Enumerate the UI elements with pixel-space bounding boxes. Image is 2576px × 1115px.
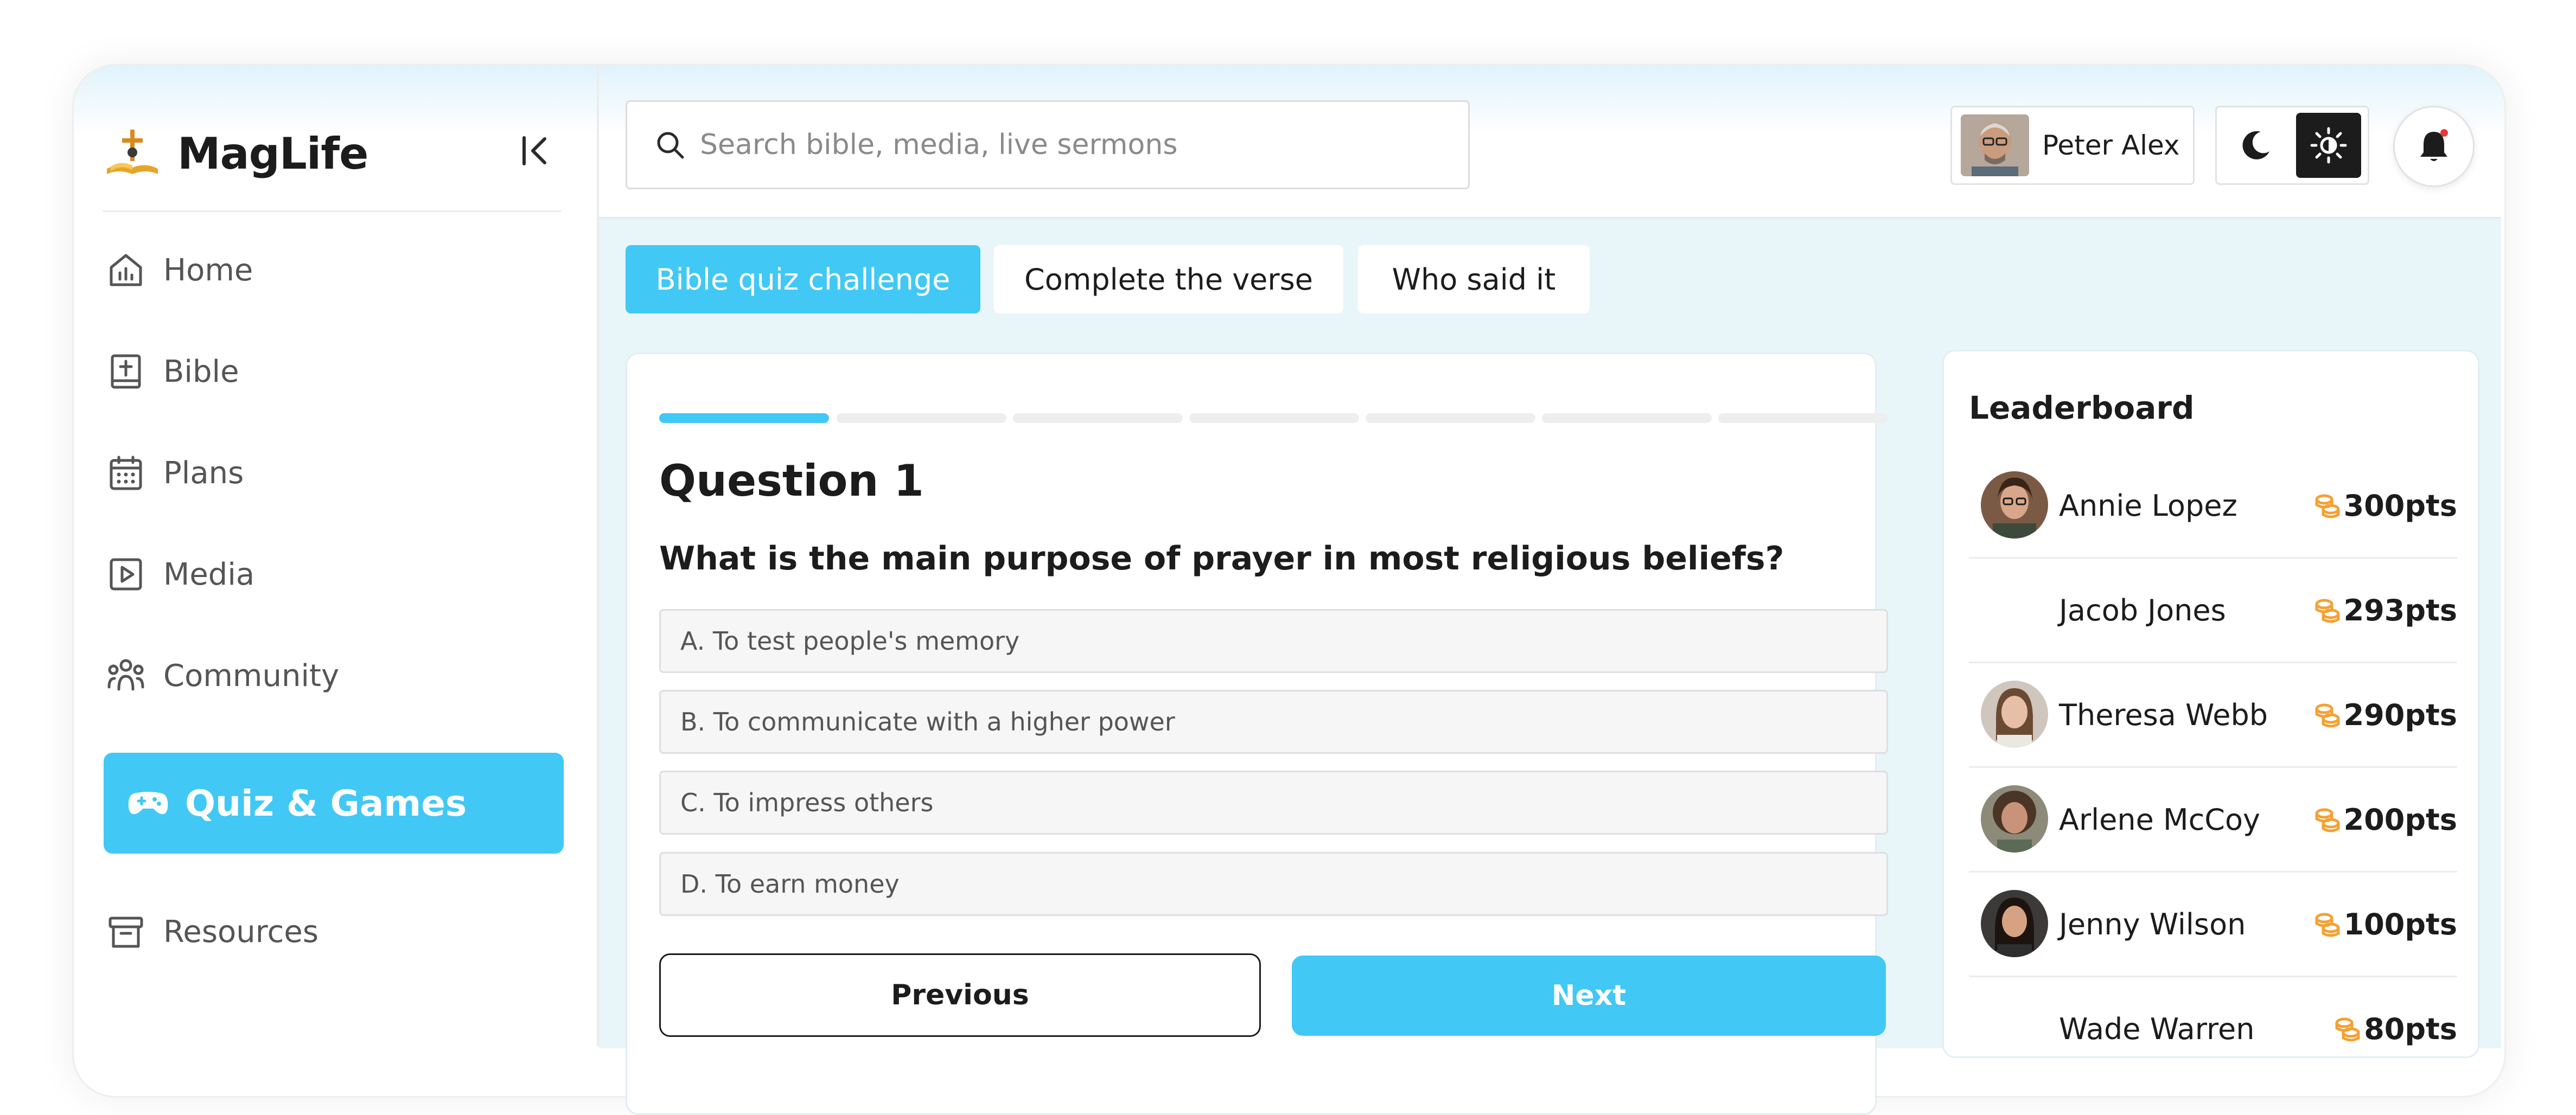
home-icon: [110, 254, 142, 286]
moon-icon: [2242, 131, 2269, 159]
coin-stack-icon: [2315, 599, 2340, 623]
leaderboard-points: 293pts: [2313, 593, 2457, 627]
bell-icon: [2420, 129, 2448, 161]
points-value: 80pts: [2364, 1012, 2457, 1046]
play-icon: [110, 558, 142, 591]
avatar: [1981, 681, 2048, 748]
points-value: 200pts: [2343, 803, 2457, 837]
leaderboard-points: 290pts: [2313, 698, 2457, 732]
app-name: MagLife: [177, 128, 368, 179]
user-avatar-icon: [1981, 471, 2048, 539]
archive-icon: [109, 917, 143, 948]
answer-option-a[interactable]: A. To test people's memory: [659, 609, 1888, 673]
leaderboard-row[interactable]: Jenny Wilson 100pts: [1969, 872, 2457, 977]
answer-option-b[interactable]: B. To communicate with a higher power: [659, 690, 1888, 754]
avatar: [1981, 471, 2048, 539]
user-avatar-icon: [1981, 785, 2048, 853]
bible-icon: [111, 354, 141, 389]
coin-stack-icon: [2315, 494, 2340, 518]
leaderboard-name: Jenny Wilson: [2059, 907, 2246, 941]
leaderboard-name: Annie Lopez: [2059, 489, 2237, 523]
calendar-icon: [110, 456, 142, 490]
sidebar-item-label: Community: [163, 658, 340, 694]
question-text: What is the main purpose of prayer in mo…: [659, 540, 1784, 578]
avatar: [1981, 785, 2048, 853]
sidebar-divider: [103, 210, 562, 212]
coin-stack-icon: [2315, 703, 2340, 727]
sidebar-item-home[interactable]: Home: [107, 243, 253, 297]
search-bar[interactable]: [626, 100, 1470, 189]
leaderboard-name: Wade Warren: [2059, 1012, 2255, 1046]
user-avatar-icon: [1981, 681, 2048, 748]
dark-mode-button[interactable]: [2223, 113, 2288, 178]
answer-option-c[interactable]: C. To impress others: [659, 771, 1888, 835]
progress-segment: [1366, 413, 1535, 423]
leaderboard-name: Arlene McCoy: [2059, 803, 2260, 837]
leaderboard-points: 100pts: [2313, 907, 2457, 941]
leaderboard-points: 300pts: [2313, 489, 2457, 523]
coin-stack-icon: [2335, 1017, 2360, 1041]
points-value: 300pts: [2343, 489, 2457, 523]
user-profile[interactable]: Peter Alex: [1950, 106, 2195, 185]
sidebar-item-label: Home: [163, 252, 253, 288]
profile-name: Peter Alex: [2042, 130, 2180, 161]
user-avatar-icon: [1981, 890, 2048, 957]
points-value: 290pts: [2343, 698, 2457, 732]
previous-button[interactable]: Previous: [659, 953, 1261, 1037]
progress-segment: [1013, 413, 1183, 423]
progress-segment: [659, 413, 829, 423]
sidebar-item-quiz-games[interactable]: Quiz & Games: [104, 753, 564, 854]
sidebar-item-media[interactable]: Media: [107, 547, 254, 601]
theme-toggle[interactable]: [2215, 106, 2369, 185]
sidebar-item-label: Resources: [163, 914, 318, 950]
sidebar-item-label: Quiz & Games: [185, 782, 467, 824]
community-icon: [107, 659, 144, 691]
sidebar-item-plans[interactable]: Plans: [107, 446, 244, 500]
sidebar-item-label: Plans: [163, 455, 244, 491]
leaderboard-name: Theresa Webb: [2059, 698, 2268, 732]
sidebar-item-bible[interactable]: Bible: [107, 344, 239, 399]
logo-icon: [107, 130, 158, 174]
progress-segment: [1718, 413, 1888, 423]
coin-stack-icon: [2315, 808, 2340, 832]
light-mode-button[interactable]: [2296, 113, 2361, 178]
sidebar-item-resources[interactable]: Resources: [107, 905, 318, 959]
leaderboard-points: 80pts: [2333, 1012, 2457, 1046]
progress-segment: [1542, 413, 1712, 423]
search-input[interactable]: [699, 128, 1406, 162]
search-icon: [657, 132, 684, 159]
next-button[interactable]: Next: [1292, 956, 1886, 1036]
leaderboard-title: Leaderboard: [1969, 389, 2195, 426]
points-value: 293pts: [2343, 593, 2457, 627]
tab-complete-the-verse[interactable]: Complete the verse: [994, 245, 1343, 313]
tab-who-said-it[interactable]: Who said it: [1358, 245, 1590, 313]
coin-stack-icon: [2315, 913, 2340, 937]
app-logo[interactable]: MagLife: [103, 126, 368, 181]
sidebar-item-community[interactable]: Community: [107, 649, 339, 703]
collapse-sidebar-icon[interactable]: [519, 133, 553, 168]
notifications-button[interactable]: [2393, 106, 2475, 187]
tab-bible-quiz-challenge[interactable]: Bible quiz challenge: [626, 245, 980, 313]
avatar: [1961, 114, 2029, 176]
leaderboard-row[interactable]: Theresa Webb 290pts: [1969, 662, 2457, 768]
user-avatar-icon: [1961, 114, 2029, 176]
leaderboard-name: Jacob Jones: [2059, 593, 2226, 627]
question-title: Question 1: [659, 456, 924, 506]
leaderboard-row[interactable]: Jacob Jones 293pts: [1969, 558, 2457, 663]
sidebar-item-label: Bible: [163, 354, 239, 389]
leaderboard-row[interactable]: Annie Lopez 300pts: [1969, 453, 2457, 559]
progress-segment: [837, 413, 1006, 423]
gamepad-icon: [128, 792, 168, 815]
answer-option-d[interactable]: D. To earn money: [659, 852, 1888, 916]
leaderboard-points: 200pts: [2313, 803, 2457, 837]
leaderboard-row[interactable]: Wade Warren 80pts: [1969, 976, 2457, 1047]
avatar: [1981, 890, 2048, 957]
leaderboard-row[interactable]: Arlene McCoy 200pts: [1969, 767, 2457, 873]
sun-icon: [2310, 127, 2347, 164]
points-value: 100pts: [2343, 907, 2457, 941]
sidebar-item-label: Media: [163, 556, 255, 592]
progress-segment: [1189, 413, 1359, 423]
